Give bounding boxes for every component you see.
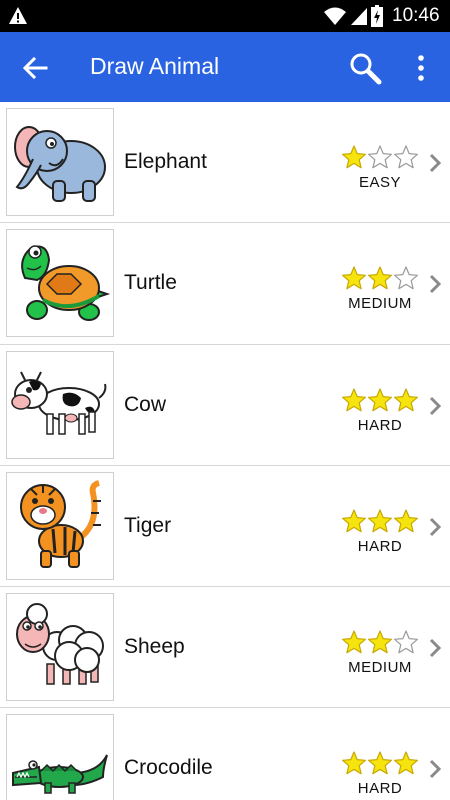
- difficulty-stars: [341, 508, 419, 534]
- difficulty-stars: [341, 265, 419, 291]
- difficulty-label: HARD: [357, 780, 403, 798]
- chevron-right-icon: [429, 760, 442, 779]
- star-empty-icon: [394, 145, 418, 169]
- difficulty-stars: [341, 750, 419, 776]
- difficulty-label: HARD: [357, 416, 403, 434]
- difficulty-stars: [341, 144, 419, 170]
- difficulty-stars: [341, 387, 419, 413]
- sheep-thumbnail: [6, 593, 114, 702]
- star-filled-icon: [342, 145, 366, 169]
- elephant-thumbnail: [6, 108, 114, 216]
- wifi-icon: [324, 7, 346, 25]
- star-filled-icon: [342, 266, 366, 290]
- animal-name: Cow: [124, 392, 167, 416]
- star-filled-icon: [342, 630, 366, 654]
- list-item-tiger[interactable]: Tiger HARD: [0, 465, 450, 588]
- warning-icon: [9, 7, 27, 24]
- animal-name: Crocodile: [124, 756, 213, 780]
- star-filled-icon: [394, 509, 418, 533]
- star-empty-icon: [368, 145, 392, 169]
- list-item-cow[interactable]: Cow HARD: [0, 344, 450, 466]
- star-filled-icon: [342, 509, 366, 533]
- battery-charging-icon: [371, 5, 383, 27]
- star-filled-icon: [368, 630, 392, 654]
- chevron-right-icon: [429, 517, 442, 536]
- list-item-turtle[interactable]: Turtle MEDIUM: [0, 223, 450, 345]
- star-filled-icon: [342, 751, 366, 775]
- star-filled-icon: [368, 387, 392, 411]
- list-item-crocodile[interactable]: Crocodile HARD: [0, 708, 450, 800]
- signal-icon: [351, 8, 367, 25]
- star-filled-icon: [394, 387, 418, 411]
- animal-list: Elephant EASY Turtle MEDIUM Cow HARD Tig…: [0, 102, 450, 800]
- list-item-sheep[interactable]: Sheep MEDIUM: [0, 587, 450, 709]
- star-filled-icon: [368, 751, 392, 775]
- search-icon[interactable]: [348, 51, 382, 85]
- animal-name: Elephant: [124, 150, 207, 173]
- status-time: 10:46: [392, 5, 440, 26]
- star-empty-icon: [394, 266, 418, 290]
- difficulty-label: MEDIUM: [348, 295, 412, 313]
- star-filled-icon: [368, 266, 392, 290]
- difficulty-label: MEDIUM: [348, 659, 412, 677]
- star-filled-icon: [394, 751, 418, 775]
- chevron-right-icon: [429, 153, 442, 173]
- chevron-right-icon: [429, 396, 442, 415]
- crocodile-thumbnail: [6, 714, 114, 800]
- animal-name: Turtle: [124, 271, 177, 295]
- difficulty-stars: [341, 629, 419, 655]
- turtle-thumbnail: [6, 229, 114, 338]
- status-bar: 10:46: [0, 0, 450, 32]
- star-filled-icon: [368, 509, 392, 533]
- back-arrow-icon[interactable]: [20, 53, 50, 83]
- star-empty-icon: [394, 630, 418, 654]
- star-filled-icon: [342, 387, 366, 411]
- list-item-elephant[interactable]: Elephant EASY: [0, 102, 450, 224]
- page-title: Draw Animal: [90, 53, 220, 79]
- chevron-right-icon: [429, 275, 442, 294]
- app-bar: Draw Animal: [0, 32, 450, 102]
- chevron-right-icon: [429, 639, 442, 658]
- difficulty-label: HARD: [357, 537, 403, 555]
- cow-thumbnail: [6, 350, 114, 459]
- animal-name: Tiger: [124, 513, 172, 537]
- animal-name: Sheep: [124, 635, 185, 659]
- tiger-thumbnail: [6, 471, 114, 580]
- more-vert-icon[interactable]: [408, 51, 434, 85]
- difficulty-label: EASY: [358, 174, 402, 191]
